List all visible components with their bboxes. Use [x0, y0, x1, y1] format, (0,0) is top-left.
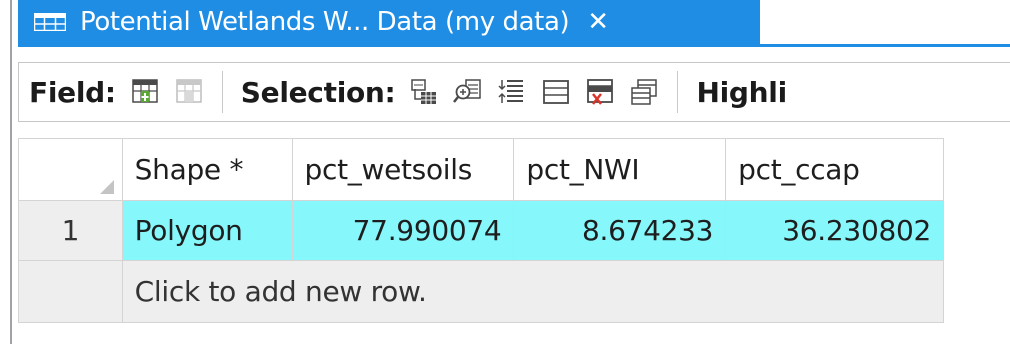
add-new-row-prompt[interactable]: Click to add new row.	[121, 260, 945, 323]
table-cell[interactable]: Polygon	[121, 200, 293, 261]
calculate-field-icon[interactable]	[174, 77, 204, 107]
corner-triangle-icon	[99, 180, 114, 194]
table-row[interactable]: 1 Polygon 77.990074 8.674233 36.230802	[18, 200, 944, 261]
table-toolbar: Field: Selection: Highli	[18, 62, 1010, 122]
highlight-label: Highli	[696, 75, 787, 109]
tab-strip-underline	[18, 44, 1010, 47]
row-number[interactable]: 1	[18, 200, 123, 261]
attribute-table: Shape * pct_wetsoils pct_NWI pct_ccap 1 …	[18, 138, 945, 323]
tab-title: Potential Wetlands W... Data (my data)	[80, 7, 570, 37]
new-row-header	[18, 260, 123, 323]
column-header-pct-ccap[interactable]: pct_ccap	[725, 138, 944, 201]
field-label: Field:	[29, 75, 116, 109]
toolbar-separator	[677, 71, 679, 113]
toolbar-separator	[221, 71, 223, 113]
selection-label: Selection:	[240, 75, 396, 109]
attribute-grid: Shape * pct_wetsoils pct_NWI pct_ccap 1 …	[18, 138, 945, 326]
header-row: Shape * pct_wetsoils pct_NWI pct_ccap	[18, 138, 944, 201]
attribute-table-tab[interactable]: Potential Wetlands W... Data (my data) ✕	[18, 0, 760, 44]
switch-selection-icon[interactable]	[497, 77, 527, 107]
table-cell[interactable]: 8.674233	[513, 200, 727, 261]
column-header-pct-nwi[interactable]: pct_NWI	[513, 138, 727, 201]
table-icon	[34, 13, 66, 31]
table-cell[interactable]: 36.230802	[725, 200, 944, 261]
copy-selection-icon[interactable]	[629, 77, 659, 107]
new-row[interactable]: Click to add new row.	[18, 260, 945, 323]
clear-selection-icon[interactable]	[541, 77, 571, 107]
select-all-corner[interactable]	[18, 138, 123, 201]
column-header-shape[interactable]: Shape *	[121, 138, 293, 201]
column-header-pct-wetsoils[interactable]: pct_wetsoils	[291, 138, 515, 201]
window-edge	[10, 0, 12, 344]
delete-selection-icon[interactable]	[585, 77, 615, 107]
table-cell[interactable]: 77.990074	[291, 200, 515, 261]
add-field-icon[interactable]	[130, 77, 160, 107]
zoom-to-selection-icon[interactable]	[453, 77, 483, 107]
close-icon[interactable]: ✕	[587, 9, 609, 35]
select-by-attributes-icon[interactable]	[409, 77, 439, 107]
